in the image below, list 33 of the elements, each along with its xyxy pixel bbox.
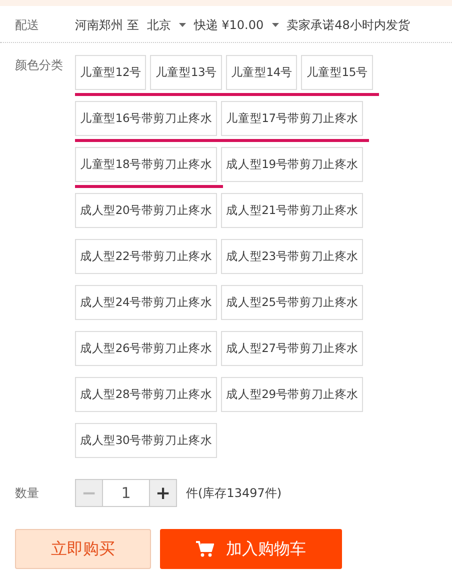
- field-label: 配送: [15, 16, 40, 34]
- option-button[interactable]: 儿童型15号: [301, 55, 373, 90]
- shipping-promise: 卖家承诺48小时内发货: [286, 16, 410, 34]
- destination-dropdown[interactable]: 北京: [146, 16, 186, 34]
- quantity-stepper[interactable]: − 1 +: [75, 479, 177, 507]
- option-button[interactable]: 成人型26号带剪刀止疼水: [75, 331, 218, 366]
- option-button[interactable]: 儿童型18号带剪刀止疼水: [75, 147, 218, 182]
- option-button[interactable]: 成人型22号带剪刀止疼水: [75, 239, 218, 274]
- stock-text: 件(库存13497件): [186, 484, 282, 502]
- option-button[interactable]: 儿童型14号: [226, 55, 298, 90]
- caret-icon: [272, 23, 279, 27]
- option-button[interactable]: 成人型30号带剪刀止疼水: [75, 423, 218, 458]
- caret-icon: [178, 23, 186, 27]
- option-button[interactable]: 成人型20号带剪刀止疼水: [75, 193, 218, 228]
- field-label: 颜色分类: [15, 57, 64, 74]
- option-button[interactable]: 成人型24号带剪刀止疼水: [75, 285, 218, 320]
- option-button[interactable]: 儿童型13号: [150, 55, 222, 90]
- cart-icon: [196, 541, 214, 557]
- option-button[interactable]: 成人型27号带剪刀止疼水: [221, 331, 364, 366]
- option-button[interactable]: 儿童型12号: [75, 55, 146, 90]
- origin-text: 河南郑州 至: [75, 16, 139, 34]
- option-button[interactable]: 儿童型17号带剪刀止疼水: [221, 101, 364, 136]
- option-button[interactable]: 成人型23号带剪刀止疼水: [221, 239, 364, 274]
- quantity-field[interactable]: 1: [102, 480, 150, 506]
- option-button[interactable]: 儿童型16号带剪刀止疼水: [75, 101, 218, 136]
- option-button[interactable]: 成人型28号带剪刀止疼水: [75, 377, 218, 412]
- field-label: 数量: [15, 484, 40, 502]
- increment-button[interactable]: +: [150, 480, 176, 506]
- option-button[interactable]: 成人型19号带剪刀止疼水: [221, 147, 364, 182]
- option-button[interactable]: 成人型21号带剪刀止疼水: [221, 193, 364, 228]
- shipping-dropdown[interactable]: 快递 ¥10.00: [194, 16, 279, 34]
- option-button[interactable]: 成人型25号带剪刀止疼水: [221, 285, 364, 320]
- option-button[interactable]: 成人型29号带剪刀止疼水: [221, 377, 364, 412]
